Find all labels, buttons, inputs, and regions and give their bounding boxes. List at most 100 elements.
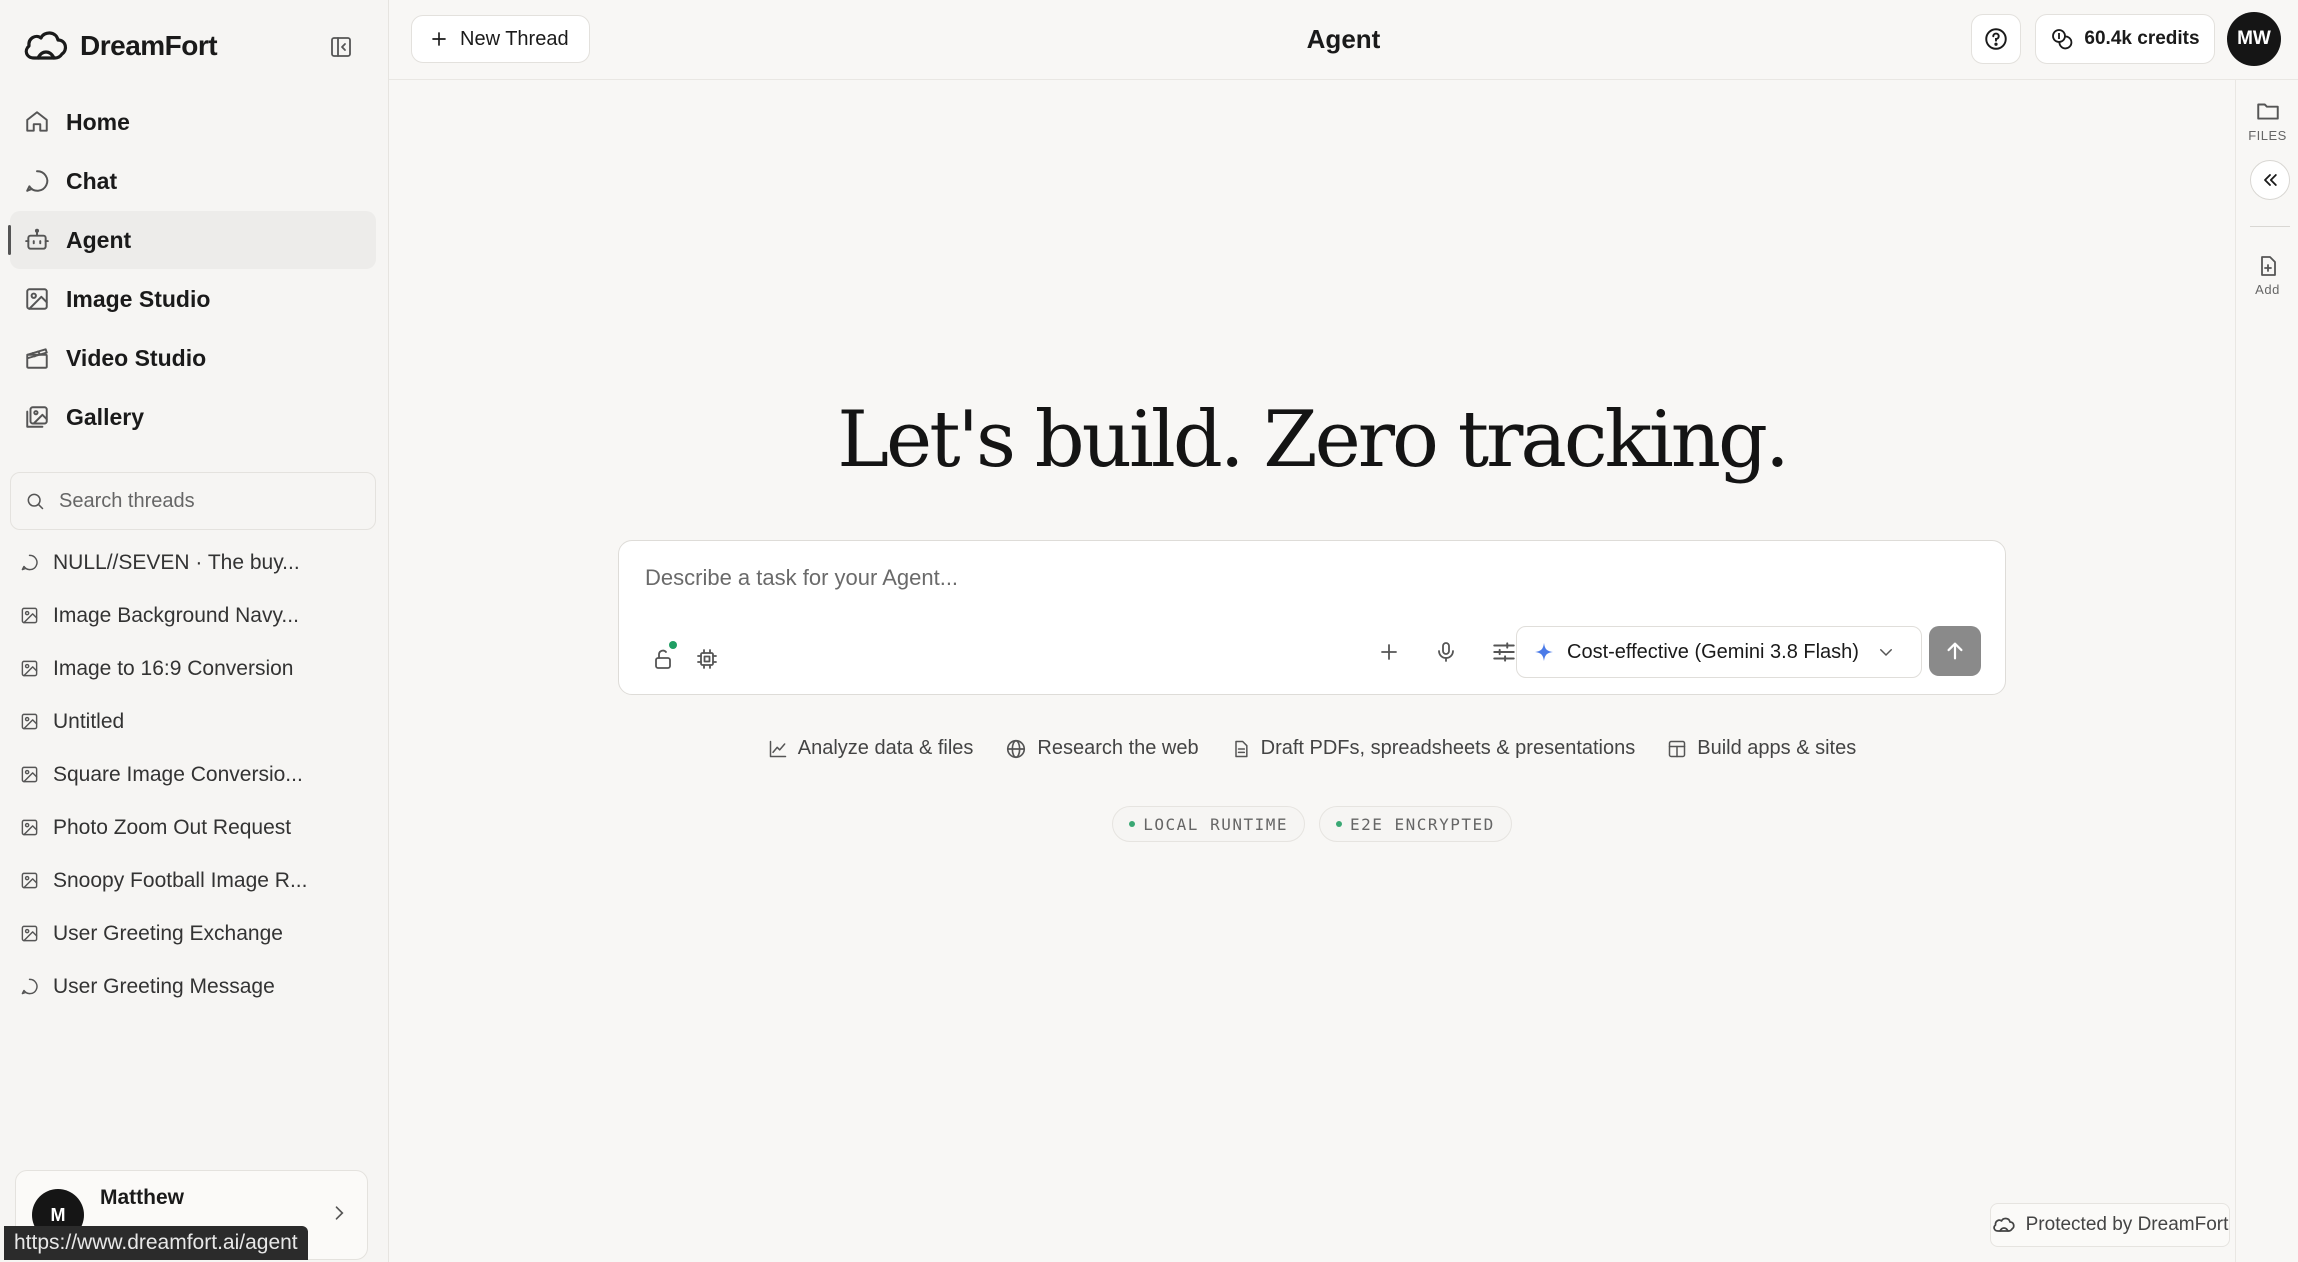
cloud-logo-icon	[24, 31, 68, 60]
top-bar: New Thread Agent 60.4k credits MW	[389, 0, 2298, 80]
video-icon	[26, 348, 48, 369]
badge-dot	[1336, 821, 1342, 827]
image-icon	[26, 288, 48, 310]
chat-icon	[21, 978, 38, 995]
privacy-lock-button[interactable]	[643, 639, 683, 679]
suggestion-label: Draft PDFs, spreadsheets & presentations	[1260, 737, 1636, 759]
voice-input-button[interactable]	[1426, 632, 1466, 672]
search-threads	[10, 472, 376, 530]
thread-list: NULL//SEVEN · The buy... Image Backgroun…	[20, 536, 370, 1013]
local-compute-button[interactable]	[687, 639, 727, 679]
files-button[interactable]: FILES	[2236, 98, 2298, 143]
search-input[interactable]	[59, 489, 349, 513]
folder-icon	[2256, 103, 2279, 120]
expand-files-panel-button[interactable]	[2250, 160, 2290, 200]
sidebar: DreamFort Home Chat Agent Image Studio V…	[0, 0, 389, 1262]
credits-button[interactable]: 60.4k credits	[2035, 14, 2215, 64]
nav-label: Chat	[66, 167, 118, 194]
nav-item-home[interactable]: Home	[10, 93, 376, 151]
thread-item[interactable]: NULL//SEVEN · The buy...	[20, 536, 370, 589]
image-icon	[21, 872, 38, 889]
search-icon	[27, 493, 44, 510]
thread-label: Photo Zoom Out Request	[53, 815, 292, 839]
rail-divider	[2250, 226, 2290, 227]
task-input[interactable]	[645, 565, 1975, 605]
help-button[interactable]	[1971, 14, 2021, 64]
files-rail: FILES Add	[2235, 80, 2298, 1262]
sidebar-collapse-icon	[331, 37, 351, 57]
thread-label: NULL//SEVEN · The buy...	[53, 550, 300, 574]
nav-label: Home	[66, 108, 130, 135]
cpu-icon	[697, 649, 717, 669]
thread-item[interactable]: Snoopy Football Image R...	[20, 854, 370, 907]
add-file-button[interactable]: Add	[2236, 254, 2298, 297]
suggestion-label: Build apps & sites	[1697, 737, 1857, 759]
files-label: FILES	[2248, 128, 2287, 143]
image-icon	[21, 713, 38, 730]
image-icon	[21, 766, 38, 783]
badge-e2e-encrypted: E2E ENCRYPTED	[1319, 806, 1512, 842]
badge-label: LOCAL RUNTIME	[1143, 814, 1288, 834]
status-url-tooltip: https://www.dreamfort.ai/agent	[4, 1226, 308, 1260]
chevron-down-icon	[1879, 649, 1892, 657]
thread-item[interactable]: Photo Zoom Out Request	[20, 801, 370, 854]
suggestion-label: Research the web	[1037, 737, 1199, 759]
sliders-icon	[1493, 642, 1515, 662]
coins-icon	[2052, 29, 2073, 50]
model-name: Cost-effective (Gemini 3.8 Flash)	[1567, 640, 1859, 663]
thread-item[interactable]: Square Image Conversio...	[20, 748, 370, 801]
badge-local-runtime: LOCAL RUNTIME	[1112, 806, 1305, 842]
chevron-right-icon	[335, 1206, 344, 1220]
main-nav: Home Chat Agent Image Studio Video Studi…	[8, 93, 376, 447]
collapse-sidebar-button[interactable]	[326, 32, 356, 62]
thread-label: Snoopy Football Image R...	[53, 868, 308, 892]
suggestion-list: Analyze data & files Research the web Dr…	[389, 737, 2235, 760]
suggestion-research-web[interactable]: Research the web	[1005, 737, 1199, 760]
plus-icon	[1381, 644, 1397, 660]
image-icon	[21, 819, 38, 836]
badge-label: E2E ENCRYPTED	[1350, 814, 1495, 834]
thread-item[interactable]: User Greeting Message	[20, 960, 370, 1013]
task-composer: Cost-effective (Gemini 3.8 Flash)	[618, 540, 2006, 695]
home-icon	[26, 111, 48, 132]
badge-dot	[1129, 821, 1136, 827]
suggestion-draft-documents[interactable]: Draft PDFs, spreadsheets & presentations	[1231, 737, 1636, 760]
user-name: Matthew	[100, 1186, 184, 1209]
microphone-icon	[1438, 642, 1454, 662]
chart-line-icon	[769, 740, 787, 757]
thread-item[interactable]: Untitled	[20, 695, 370, 748]
nav-label: Video Studio	[66, 344, 207, 371]
nav-item-chat[interactable]: Chat	[10, 152, 376, 210]
nav-item-gallery[interactable]: Gallery	[10, 388, 376, 446]
thread-label: User Greeting Message	[53, 974, 275, 998]
nav-label: Gallery	[66, 403, 144, 430]
nav-item-video-studio[interactable]: Video Studio	[10, 329, 376, 387]
protected-label: Protected by DreamFort	[2025, 1214, 2229, 1235]
cloud-logo-icon	[1992, 1217, 2015, 1232]
thread-item[interactable]: Image to 16:9 Conversion	[20, 642, 370, 695]
chat-icon	[26, 170, 49, 192]
nav-item-agent[interactable]: Agent	[8, 211, 376, 269]
image-icon	[21, 660, 38, 677]
nav-item-image-studio[interactable]: Image Studio	[10, 270, 376, 328]
gallery-icon	[26, 406, 48, 428]
thread-label: Image to 16:9 Conversion	[53, 656, 294, 680]
model-select[interactable]: Cost-effective (Gemini 3.8 Flash)	[1516, 626, 1922, 678]
hero-headline: Let's build. Zero tracking.	[837, 395, 1790, 485]
document-icon	[1234, 740, 1248, 757]
nav-label: Image Studio	[66, 285, 211, 312]
chevrons-left-icon	[2264, 174, 2277, 186]
suggestion-build-apps[interactable]: Build apps & sites	[1667, 737, 1856, 760]
protected-badge[interactable]: Protected by DreamFort	[1990, 1203, 2230, 1247]
file-plus-icon	[2260, 256, 2276, 276]
thread-label: Untitled	[53, 709, 125, 733]
account-avatar[interactable]: MW	[2227, 12, 2281, 66]
attach-button[interactable]	[1369, 632, 1409, 672]
thread-item[interactable]: User Greeting Exchange	[20, 907, 370, 960]
thread-label: User Greeting Exchange	[53, 921, 283, 945]
brand[interactable]: DreamFort	[22, 28, 218, 64]
send-button[interactable]	[1929, 626, 1981, 676]
suggestion-analyze-data[interactable]: Analyze data & files	[768, 737, 973, 760]
thread-item[interactable]: Image Background Navy...	[20, 589, 370, 642]
add-label: Add	[2255, 282, 2280, 297]
